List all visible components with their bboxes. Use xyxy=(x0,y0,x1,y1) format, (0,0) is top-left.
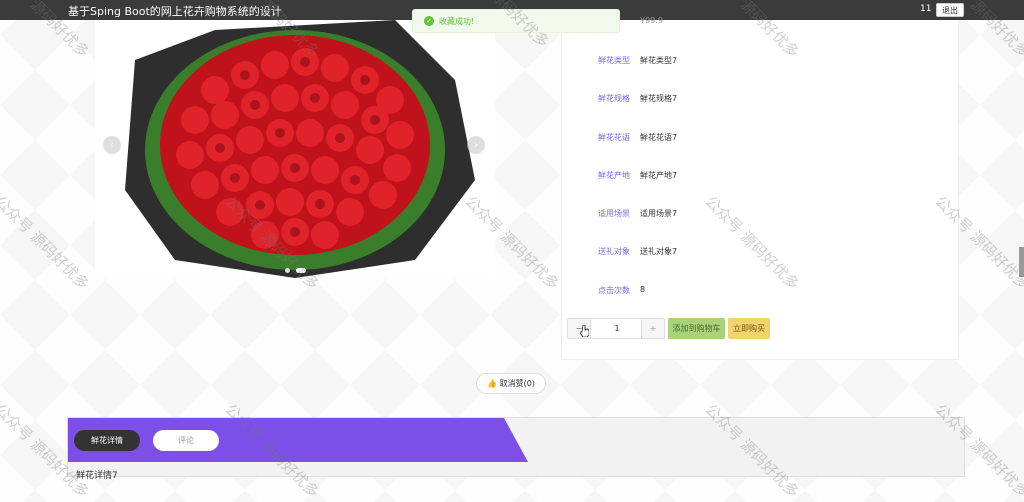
buy-now-button[interactable]: 立即购买 xyxy=(728,318,770,339)
attribute-value: 鲜花规格7 xyxy=(640,94,678,103)
toast-message: 收藏成功! xyxy=(439,17,475,26)
attribute-row: 鲜花产地 鲜花产地7 xyxy=(562,170,952,184)
product-info-panel: ¥99.9 鲜花类型 鲜花类型7 鲜花规格 鲜花规格7 鲜花花语 鲜花花语7 鲜… xyxy=(561,16,959,360)
attribute-row: 鲜花花语 鲜花花语7 xyxy=(562,132,952,146)
thumbs-up-icon: 👍 xyxy=(487,379,498,388)
attribute-label: 送礼对象 xyxy=(598,247,630,256)
attribute-label: 鲜花类型 xyxy=(598,56,630,65)
attribute-row: 适用场景 适用场景7 xyxy=(562,208,952,222)
unlike-label: 取消赞(0) xyxy=(499,379,535,388)
attribute-value: 8 xyxy=(640,285,646,294)
check-circle-icon: ✓ xyxy=(424,16,434,26)
tab-comments[interactable]: 评论 xyxy=(153,430,219,451)
attribute-row: 鲜花类型 鲜花类型7 xyxy=(562,55,952,69)
attribute-label: 点击次数 xyxy=(598,286,630,295)
site-title: 基于Sping Boot的网上花卉购物系统的设计 xyxy=(68,5,282,18)
quantity-increase-button[interactable]: + xyxy=(641,319,664,338)
tab-flower-detail[interactable]: 鲜花详情 xyxy=(74,430,140,451)
hand-cursor-icon xyxy=(580,325,589,337)
logout-button[interactable]: 退出 xyxy=(936,3,964,17)
product-price: ¥99.9 xyxy=(640,16,663,25)
carousel-prev-arrow-icon[interactable]: ‹ xyxy=(103,136,121,154)
attribute-label: 鲜花花语 xyxy=(598,133,630,142)
attribute-label: 适用场景 xyxy=(598,209,630,218)
attribute-value: 适用场景7 xyxy=(640,209,678,218)
unlike-button[interactable]: 👍 取消赞(0) xyxy=(476,373,546,394)
watermark-text: 公众号 源码好优多 xyxy=(0,192,93,294)
quantity-input[interactable]: 1 xyxy=(590,319,644,338)
product-image-carousel[interactable]: ‹ › xyxy=(95,20,495,278)
attribute-value: 送礼对象7 xyxy=(640,247,678,256)
attribute-value: 鲜花产地7 xyxy=(640,171,678,180)
carousel-dot[interactable] xyxy=(285,277,290,278)
product-detail-tabs: 鲜花详情 评论 鲜花详情7 xyxy=(67,417,965,481)
attribute-value: 鲜花花语7 xyxy=(640,133,678,142)
carousel-next-arrow-icon[interactable]: › xyxy=(467,136,485,154)
username[interactable]: 11 xyxy=(920,4,931,14)
rose-bouquet-image xyxy=(95,20,495,278)
attribute-value: 鲜花类型7 xyxy=(640,56,678,65)
attribute-label: 鲜花规格 xyxy=(598,94,630,103)
attribute-row: 鲜花规格 鲜花规格7 xyxy=(562,93,952,107)
attribute-label: 鲜花产地 xyxy=(598,171,630,180)
attribute-row: 点击次数 8 xyxy=(562,285,952,299)
add-to-cart-button[interactable]: 添加到购物车 xyxy=(668,318,725,339)
